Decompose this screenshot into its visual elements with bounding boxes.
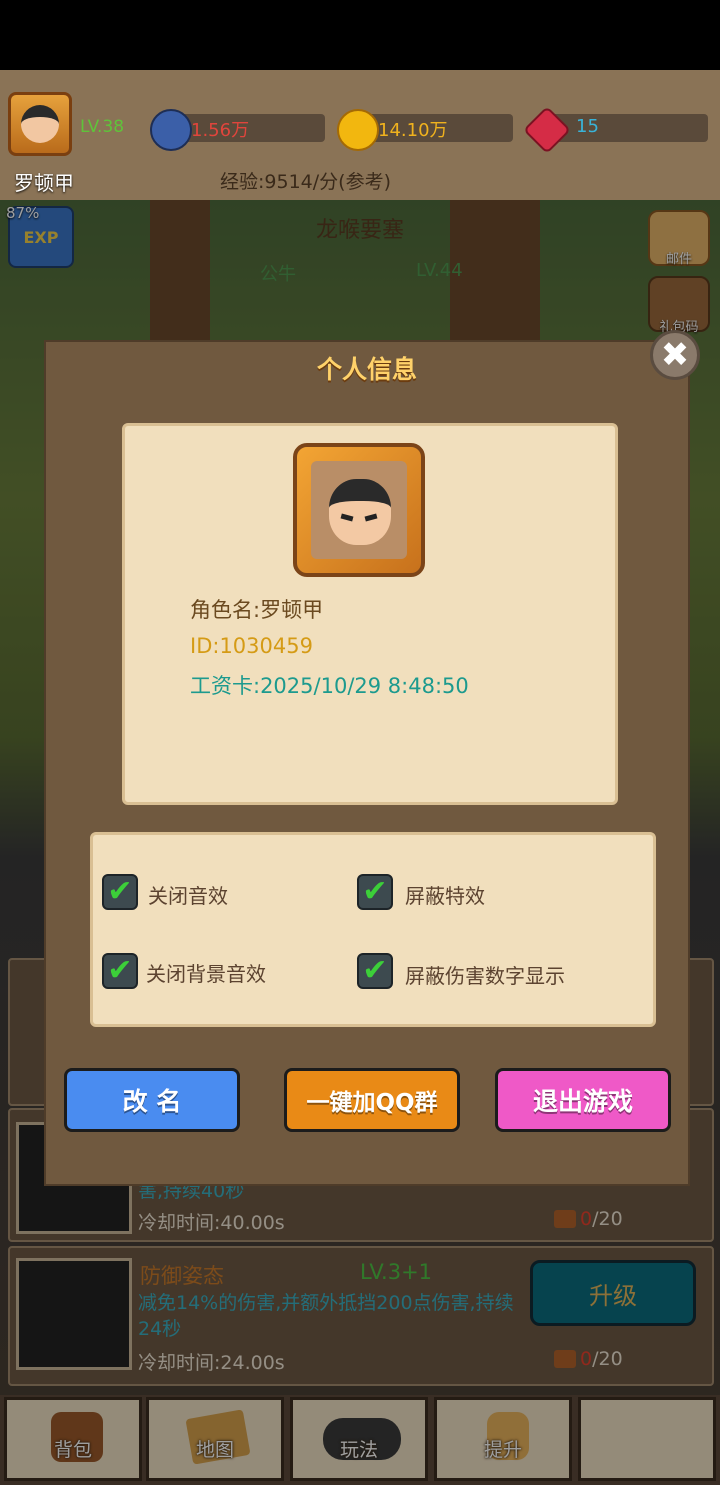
crossed-swords-icon	[150, 109, 192, 151]
gem-bar	[548, 114, 708, 142]
setting-label: 屏蔽伤害数字显示	[405, 964, 565, 988]
setting-label: 关闭背景音效	[146, 962, 266, 986]
player-id: ID:1030459	[190, 634, 313, 658]
setting-label: 关闭音效	[148, 884, 228, 908]
character-face-icon	[329, 479, 391, 545]
power-value: 1.56万	[191, 120, 250, 141]
role-name: 角色名:罗顿甲	[190, 598, 324, 622]
checkbox-mute-bgm[interactable]: ✔	[102, 953, 138, 989]
setting-label: 屏蔽特效	[405, 884, 485, 908]
gold-coin-icon	[337, 109, 379, 151]
exp-rate: 经验:9514/分(参考)	[220, 171, 391, 193]
rename-button[interactable]: 改 名	[64, 1068, 240, 1132]
gem-value: 15	[576, 116, 599, 137]
checkbox-hide-damage-numbers[interactable]: ✔	[357, 953, 393, 989]
join-qq-group-button[interactable]: 一键加QQ群	[284, 1068, 460, 1132]
checkbox-hide-effects[interactable]: ✔	[357, 874, 393, 910]
close-icon[interactable]: ✖	[650, 330, 700, 380]
player-name: 罗顿甲	[14, 171, 74, 195]
salary-card: 工资卡:2025/10/29 8:48:50	[190, 674, 469, 698]
checkbox-mute-sfx[interactable]: ✔	[102, 874, 138, 910]
gold-value: 14.10万	[378, 120, 448, 141]
quit-game-button[interactable]: 退出游戏	[495, 1068, 671, 1132]
settings-panel	[90, 832, 656, 1027]
player-face-icon	[21, 105, 59, 143]
status-bar	[0, 0, 720, 70]
avatar[interactable]	[293, 443, 425, 577]
player-avatar[interactable]	[8, 92, 72, 156]
player-level: LV.38	[80, 117, 125, 137]
dialog-title: 个人信息	[316, 355, 417, 384]
